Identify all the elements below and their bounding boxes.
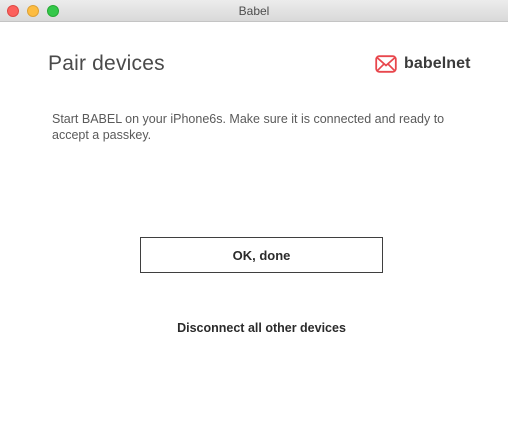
disconnect-all-devices-link[interactable]: Disconnect all other devices [0, 321, 508, 335]
window-title: Babel [238, 4, 270, 18]
envelope-icon [375, 55, 397, 73]
app-window: Babel Pair devices babelnet Start BABEL … [0, 0, 508, 423]
brand-name: babelnet [404, 55, 471, 72]
brand-logo: babelnet [375, 53, 471, 75]
ok-done-button[interactable]: OK, done [140, 237, 383, 273]
pairing-instructions: Start BABEL on your iPhone6s. Make sure … [52, 112, 445, 142]
page-title: Pair devices [48, 52, 165, 75]
title-bar[interactable]: Babel [0, 0, 508, 22]
